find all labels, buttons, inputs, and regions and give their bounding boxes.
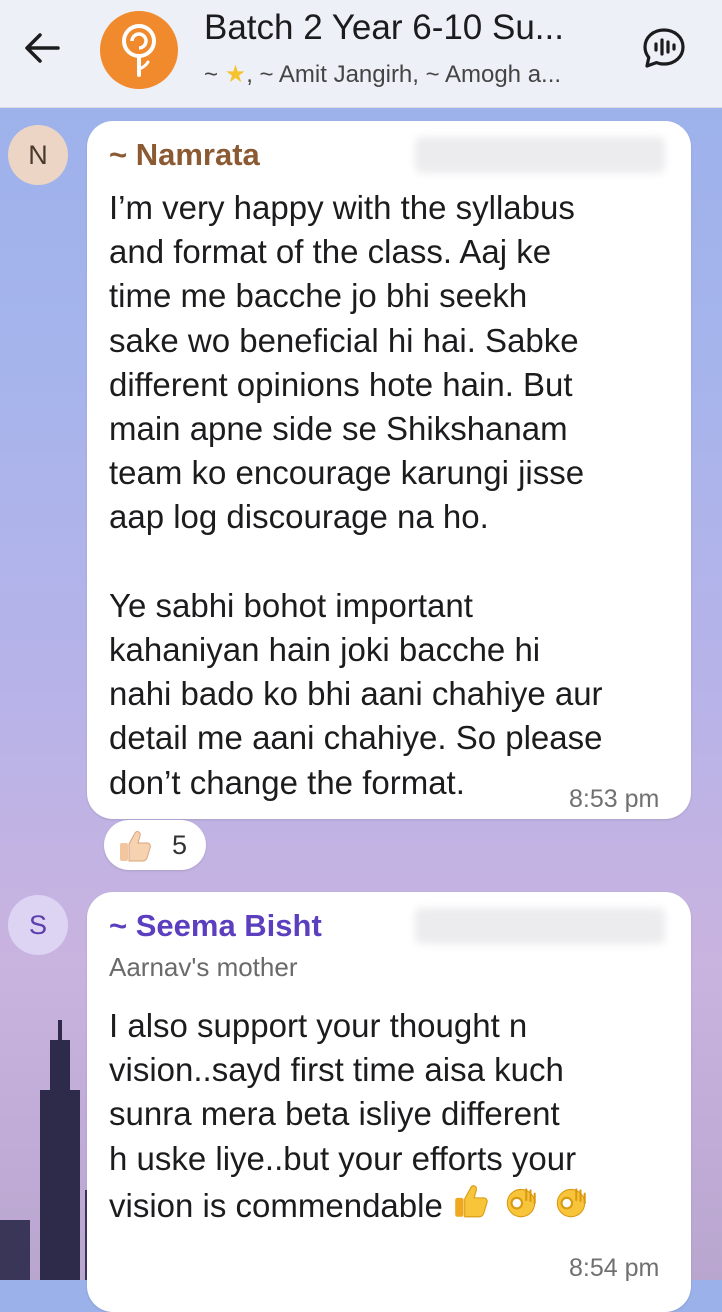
thumbs-up-emoji-icon <box>449 1181 493 1221</box>
sender-name[interactable]: ~ Seema Bisht <box>109 908 322 944</box>
voice-chat-icon[interactable] <box>640 24 688 72</box>
sender-role: Aarnav's mother <box>109 952 298 982</box>
star-emoji-icon: ★ <box>224 61 247 88</box>
reaction-count: 5 <box>172 830 188 860</box>
message-bubble[interactable]: ~ Namrata I’m very happy with the syllab… <box>87 121 691 819</box>
group-members-subtitle[interactable]: ~ ★, ~ Amit Jangirh, ~ Amogh a... <box>204 60 624 89</box>
message-bubble[interactable]: ~ Seema Bisht Aarnav's mother I also sup… <box>87 892 691 1312</box>
subtitle-prefix: ~ <box>204 61 225 88</box>
sender-name[interactable]: ~ Namrata <box>109 137 260 173</box>
ok-hand-emoji-icon <box>549 1181 593 1221</box>
message-text: I’m very happy with the syllabus and for… <box>109 189 603 801</box>
ok-hand-emoji-icon <box>499 1181 543 1221</box>
message-time: 8:53 pm <box>569 785 660 813</box>
blurred-phone-number <box>415 137 665 173</box>
subtitle-members: , ~ Amit Jangirh, ~ Amogh a... <box>246 61 562 88</box>
chat-header: Batch 2 Year 6-10 Su... ~ ★, ~ Amit Jang… <box>0 0 722 108</box>
group-title[interactable]: Batch 2 Year 6-10 Su... <box>204 8 624 48</box>
sender-avatar[interactable]: N <box>8 125 68 185</box>
blurred-phone-number <box>415 908 665 944</box>
group-avatar[interactable] <box>100 11 178 89</box>
message-time: 8:54 pm <box>569 1254 660 1282</box>
sender-avatar[interactable]: S <box>8 895 68 955</box>
reaction-chip[interactable]: 5 <box>104 820 206 870</box>
spiral-lollipop-logo-icon <box>122 24 156 77</box>
back-arrow-icon[interactable] <box>18 24 66 72</box>
message-text: I also support your thought n vision..sa… <box>109 1004 679 1228</box>
thumbs-up-icon <box>120 831 151 862</box>
